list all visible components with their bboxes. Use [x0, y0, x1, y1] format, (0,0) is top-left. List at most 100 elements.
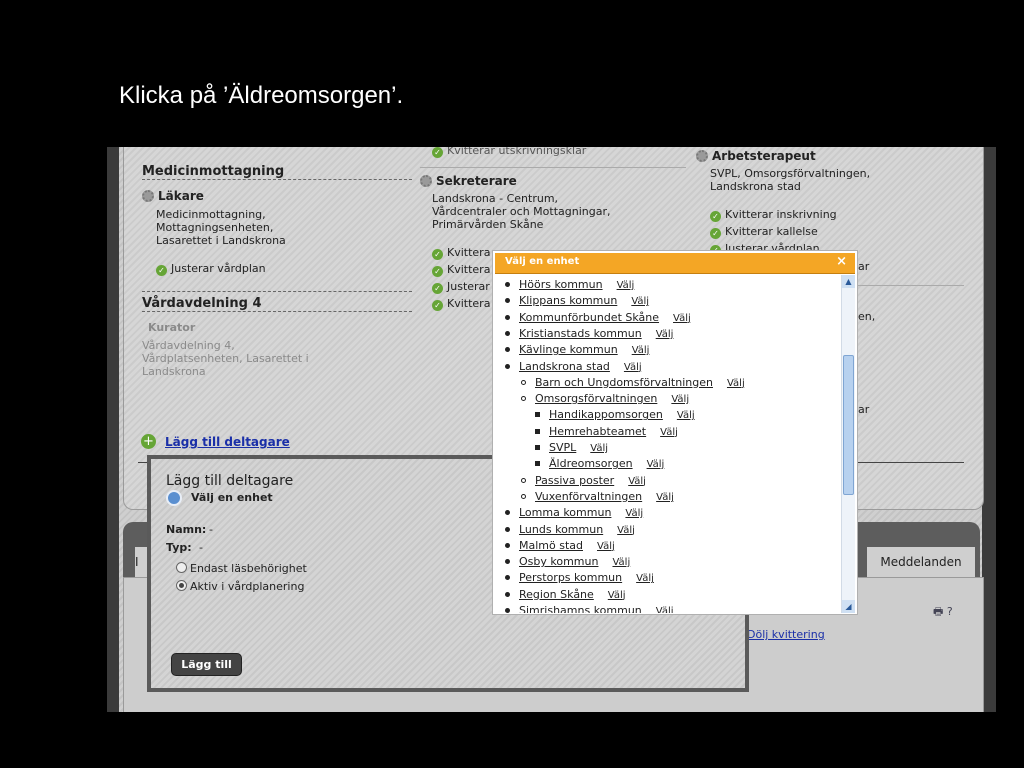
select-unit-link[interactable]: Välj	[656, 492, 674, 503]
unit-address-line: Vårdplatsenheten, Lasarettet i	[142, 352, 309, 365]
name-label: Namn:	[166, 523, 207, 536]
window-edge-left	[107, 147, 119, 712]
unit-name-link[interactable]: Hemrehabteamet	[549, 425, 646, 438]
tree-bullet	[505, 608, 510, 613]
popup-scrollbar[interactable]: ▲ ◢	[841, 275, 855, 613]
radio-button[interactable]	[176, 580, 187, 591]
divider	[142, 291, 412, 292]
select-unit-link[interactable]: Välj	[631, 296, 649, 307]
unit-name-link[interactable]: Landskrona stad	[519, 360, 610, 373]
select-unit-link[interactable]: Välj	[647, 459, 665, 470]
globe-icon[interactable]	[166, 490, 182, 506]
check-icon: ✓	[432, 147, 443, 158]
tree-bullet	[505, 526, 510, 532]
unit-name-link[interactable]: Simrishamns kommun	[519, 604, 642, 613]
hide-acknowledgement-link[interactable]: Dölj kvittering	[747, 628, 825, 641]
window-edge-right	[982, 147, 996, 712]
unit-name-link[interactable]: Lomma kommun	[519, 506, 611, 519]
unit-address-line: Mottagningsenheten,	[156, 221, 274, 234]
print-icon[interactable]: 🖶 ?	[933, 603, 963, 618]
unit-name-link[interactable]: Handikappomsorgen	[549, 408, 663, 421]
select-unit-link[interactable]: Välj	[628, 476, 646, 487]
unit-name-link[interactable]: Äldreomsorgen	[549, 457, 633, 470]
tree-bullet	[535, 428, 540, 434]
unit-address-line: Primärvården Skåne	[432, 218, 544, 231]
role-arbetsterapeut: Arbetsterapeut	[696, 149, 816, 163]
resize-grip-icon[interactable]: ◢	[842, 600, 855, 613]
select-unit-link[interactable]: Välj	[677, 410, 695, 421]
radio-button[interactable]	[176, 562, 187, 573]
radio-label: Aktiv i vårdplanering	[190, 580, 305, 593]
unit-name-link[interactable]: Lunds kommun	[519, 523, 603, 536]
unit-tree-item: Klippans kommun Välj	[505, 294, 649, 307]
unit-tree-item: Simrishamns kommun Välj	[505, 604, 674, 613]
scroll-up-icon[interactable]: ▲	[842, 275, 855, 288]
tree-bullet	[521, 493, 526, 499]
check-icon: ✓	[432, 300, 443, 311]
unit-name-link[interactable]: Malmö stad	[519, 539, 583, 552]
unit-tree-item: Vuxenförvaltningen Välj	[521, 490, 674, 503]
add-participant-icon[interactable]: +	[141, 434, 156, 449]
tab-meddelanden[interactable]: Meddelanden	[867, 547, 975, 577]
check-icon: ✓	[710, 228, 721, 239]
unit-name-link[interactable]: Perstorps kommun	[519, 571, 622, 584]
unit-address-line: Landskrona stad	[710, 180, 801, 193]
section-vardavdelning-4: Vårdavdelning 4	[142, 296, 412, 312]
check-icon: ✓	[156, 265, 167, 276]
unit-tree-item: Lunds kommun Välj	[505, 523, 635, 536]
status-label: Kvitterar inskrivning	[725, 208, 837, 221]
tree-bullet	[505, 298, 510, 304]
select-unit-link[interactable]: Välj	[656, 329, 674, 340]
unit-address-line: Vårdcentraler och Mottagningar,	[432, 205, 611, 218]
choose-unit-label[interactable]: Välj en enhet	[191, 491, 273, 504]
select-unit-link[interactable]: Välj	[612, 557, 630, 568]
unit-name-link[interactable]: Kommunförbundet Skåne	[519, 311, 659, 324]
select-unit-link[interactable]: Välj	[632, 345, 650, 356]
radio-read-only[interactable]: Endast läsbehörighet	[176, 562, 307, 575]
divider	[858, 285, 964, 286]
select-unit-link[interactable]: Välj	[590, 443, 608, 454]
select-unit-link[interactable]: Välj	[617, 525, 635, 536]
unit-name-link[interactable]: Kävlinge kommun	[519, 343, 618, 356]
tree-bullet	[505, 363, 510, 369]
tree-bullet	[521, 477, 526, 483]
unit-address-line: Vårdavdelning 4,	[142, 339, 235, 352]
tree-bullet	[505, 510, 510, 516]
select-unit-link[interactable]: Välj	[597, 541, 615, 552]
add-participant-link[interactable]: Lägg till deltagare	[165, 435, 290, 449]
select-unit-link[interactable]: Välj	[624, 362, 642, 373]
unit-name-link[interactable]: SVPL	[549, 441, 576, 454]
select-unit-link[interactable]: Välj	[673, 313, 691, 324]
select-unit-link[interactable]: Välj	[671, 394, 689, 405]
select-unit-link[interactable]: Välj	[727, 378, 745, 389]
add-button[interactable]: Lägg till	[171, 653, 242, 676]
radio-active-participant[interactable]: Aktiv i vårdplanering	[176, 580, 304, 593]
role-label: Sekreterare	[436, 174, 517, 188]
select-unit-link[interactable]: Välj	[660, 427, 678, 438]
status-item: ✓ Kvittera	[432, 246, 490, 260]
type-label: Typ:	[166, 541, 192, 554]
unit-name-link[interactable]: Passiva poster	[535, 474, 614, 487]
unit-name-link[interactable]: Klippans kommun	[519, 294, 617, 307]
scrollbar-thumb[interactable]	[843, 355, 854, 495]
unit-name-link[interactable]: Kristianstads kommun	[519, 327, 642, 340]
select-unit-link[interactable]: Välj	[617, 280, 635, 291]
role-kurator: Kurator	[148, 321, 196, 334]
unit-name-link[interactable]: Barn och Ungdomsförvaltningen	[535, 376, 713, 389]
section-medicinmottagning: Medicinmottagning	[142, 164, 412, 180]
select-unit-link[interactable]: Välj	[636, 573, 654, 584]
status-item: ✓ Justerar	[432, 280, 490, 294]
close-icon[interactable]: ×	[836, 254, 847, 269]
app-screenshot: Medicinmottagning Läkare Medicinmottagni…	[107, 147, 996, 712]
unit-name-link[interactable]: Omsorgsförvaltningen	[535, 392, 657, 405]
select-unit-link[interactable]: Välj	[656, 606, 674, 613]
unit-name-link[interactable]: Vuxenförvaltningen	[535, 490, 642, 503]
unit-name-link[interactable]: Osby kommun	[519, 555, 598, 568]
unit-name-link[interactable]: Höörs kommun	[519, 278, 603, 291]
select-unit-link[interactable]: Välj	[625, 508, 643, 519]
status-label: Kvittera	[447, 263, 491, 276]
select-unit-link[interactable]: Välj	[608, 590, 626, 601]
unit-name-link[interactable]: Region Skåne	[519, 588, 594, 601]
participant-gear-icon	[696, 150, 708, 162]
status-item: ✓ Kvittera	[432, 263, 490, 277]
